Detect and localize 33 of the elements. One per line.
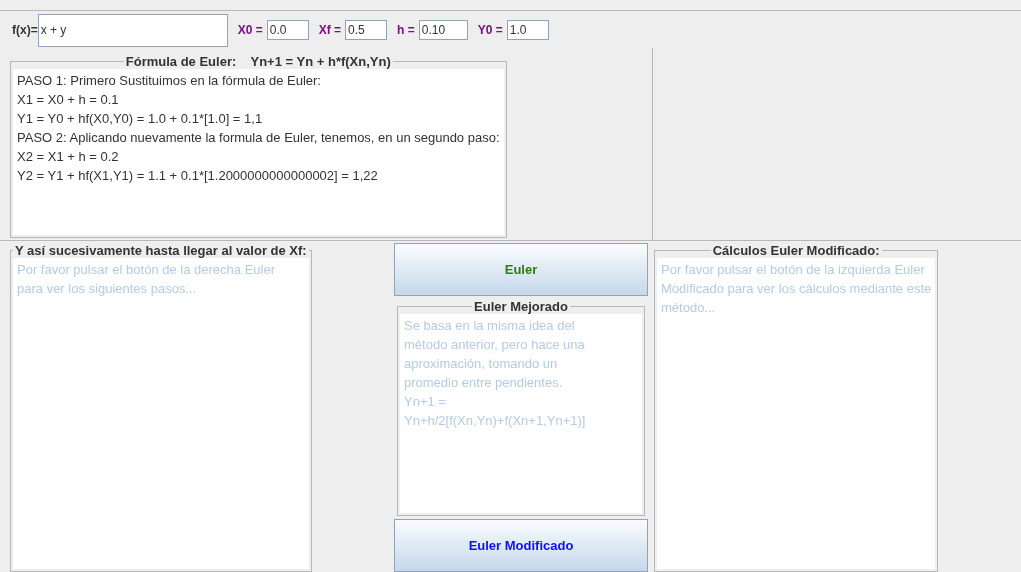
text-line: método... [661,299,717,317]
text-line: Yn+1 = [404,393,447,411]
param-field[interactable]: 0.10 [418,20,468,40]
param-field[interactable]: 0.5 [345,20,388,40]
param-field[interactable]: 0.0 [266,20,309,40]
text-line: Y2 = Y1 + hf(X1,Y1) = 1.1 + 0.1*[1.2000000000000002] = 1,22 [17,167,379,185]
text-line: para ver los siguientes pasos... [17,280,198,298]
text-line: Modificado para ver los cálculos mediante este [661,280,932,298]
param-field[interactable]: 1.0 [506,20,549,40]
panel-title: Euler Mejorado [473,299,569,314]
param-label: h = [397,23,415,37]
method-button[interactable]: Euler Modificado [394,519,648,572]
text-line: Y1 = Y0 + hf(X0,Y0) = 1.0 + 0.1*[1.0] = 1,1 [17,110,264,128]
method-button[interactable]: Euler [394,243,648,296]
text-line: promedio entre pendientes. [404,374,564,392]
text-line: aproximación, tomando un [404,355,559,373]
panel-title: Cálculos Euler Modificado: [711,243,881,258]
text-line: Por favor pulsar el botón de la derecha Euler [17,261,276,279]
panel-title: Y así sucesivamente hasta llegar al valor de Xf: [14,243,308,258]
param-label: Y0 = [477,23,503,37]
text-line: PASO 2: Aplicando nuevamente la formula de Euler, tenemos, en un segundo paso: [17,129,500,147]
text-line: Se basa en la misma idea del [404,317,576,335]
text-line: Por favor pulsar el botón de la izquierda Euler [661,261,926,279]
text-line: PASO 1: Primero Sustituimos en la fórmula de Euler: [17,72,322,90]
function-field[interactable]: x + y [37,13,228,47]
param-label: X0 = [237,23,263,37]
param-label: Xf = [318,23,342,37]
panel-title: Fórmula de Euler: Yn+1 = Yn + h*f(Xn,Yn) [124,54,392,69]
text-line: X1 = X0 + h = 0.1 [17,91,120,109]
text-line: método anterior, pero hace una [404,336,586,354]
function-label: f(x)= [12,23,38,37]
text-line: X2 = X1 + h = 0.2 [17,148,120,166]
text-line: Yn+h/2[f(Xn,Yn)+f(Xn+1,Yn+1)] [404,412,587,430]
